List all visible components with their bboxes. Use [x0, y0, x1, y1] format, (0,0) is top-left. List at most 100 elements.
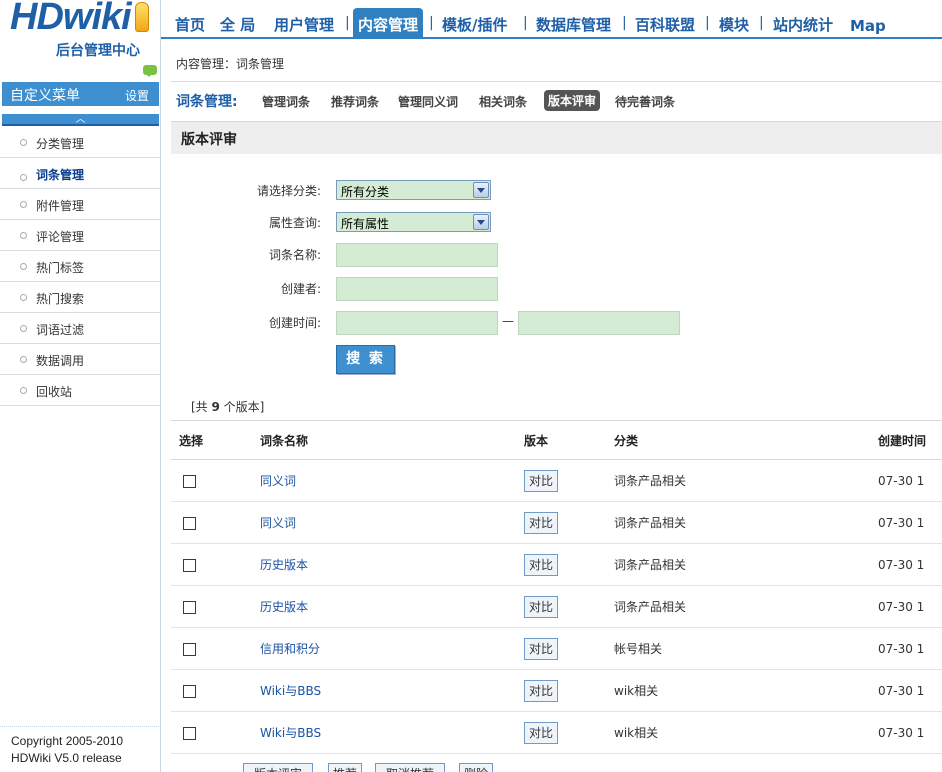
category-label: 请选择分类: [256, 184, 321, 198]
sidebar-item-word-filter[interactable]: 词语过滤 [0, 313, 160, 344]
row-checkbox[interactable] [183, 516, 196, 530]
menu-settings-link[interactable]: 设置 [125, 87, 149, 104]
row-checkbox[interactable] [183, 726, 196, 740]
bullet-icon [20, 201, 27, 208]
search-button[interactable]: 搜 索 [336, 345, 395, 374]
bullet-icon [20, 263, 27, 270]
nav-map[interactable]: Map [850, 17, 886, 35]
cancel-recommend-button[interactable]: 取消推荐 [375, 763, 445, 772]
entry-name-label: 词条名称: [268, 248, 321, 262]
copyright-line: Copyright 2005-2010 [11, 734, 124, 748]
sidebar-item-comments[interactable]: 评论管理 [0, 220, 160, 251]
nav-modules[interactable]: 模块 [719, 14, 749, 35]
date-range-dash: — [502, 314, 514, 328]
sidebar-item-label: 词语过滤 [36, 323, 85, 337]
subnav-manage-entries[interactable]: 管理词条 [262, 93, 310, 110]
entry-link[interactable]: 信用和积分 [260, 642, 320, 656]
nav-home[interactable]: 首页 [175, 14, 205, 35]
entry-link[interactable]: Wiki与BBS [260, 684, 321, 698]
section-title: 版本评审 [181, 132, 237, 148]
entry-link[interactable]: 同义词 [260, 474, 296, 488]
table-row: Wiki与BBS 对比 wik相关 07-30 1 [171, 669, 942, 712]
sidebar-item-data-call[interactable]: 数据调用 [0, 344, 160, 375]
section-header: 版本评审 [171, 121, 942, 154]
count-prefix: [共 [191, 400, 212, 414]
entry-name-input[interactable] [336, 243, 498, 267]
nav-templates[interactable]: 模板/插件 [442, 14, 507, 35]
create-time: 07-30 1 [878, 473, 925, 488]
chat-bubble-icon[interactable] [143, 65, 157, 77]
create-time-label: 创建时间: [268, 316, 321, 330]
header-time: 创建时间 [878, 420, 942, 460]
entry-link[interactable]: Wiki与BBS [260, 726, 321, 740]
sidebar-item-category[interactable]: 分类管理 [0, 127, 160, 158]
row-checkbox[interactable] [183, 474, 196, 488]
compare-button[interactable]: 对比 [524, 511, 559, 534]
compare-button[interactable]: 对比 [524, 679, 559, 702]
row-checkbox[interactable] [183, 600, 196, 614]
sidebar-item-hot-search[interactable]: 热门搜索 [0, 282, 160, 313]
subnav-related[interactable]: 相关词条 [479, 93, 527, 110]
sidebar-item-recycle-bin[interactable]: 回收站 [0, 375, 160, 406]
create-time: 07-30 1 [878, 599, 925, 614]
category-select[interactable]: 所有分类 [336, 180, 491, 200]
sidebar-item-attachments[interactable]: 附件管理 [0, 189, 160, 220]
row-checkbox[interactable] [183, 558, 196, 572]
nav-database[interactable]: 数据库管理 [536, 14, 611, 35]
delete-button[interactable]: 删除 [459, 763, 493, 772]
nav-wiki-alliance[interactable]: 百科联盟 [635, 14, 695, 35]
subnav-to-improve[interactable]: 待完善词条 [615, 93, 675, 110]
start-date-input[interactable] [336, 311, 498, 335]
entry-link[interactable]: 历史版本 [260, 600, 308, 614]
attribute-select[interactable]: 所有属性 [336, 212, 491, 232]
compare-button[interactable]: 对比 [524, 637, 559, 660]
sidebar-item-label: 词条管理 [36, 168, 85, 182]
bullet-icon [20, 356, 27, 363]
sidebar-item-label: 热门标签 [36, 261, 85, 275]
subnav-synonyms[interactable]: 管理同义词 [398, 93, 458, 110]
subnav-version-review[interactable]: 版本评审 [544, 90, 601, 111]
header-name: 词条名称 [260, 420, 524, 460]
compare-button[interactable]: 对比 [524, 595, 559, 618]
sidebar-item-hot-tags[interactable]: 热门标签 [0, 251, 160, 282]
subnav-title: 词条管理: [176, 94, 238, 110]
nav-statistics[interactable]: 站内统计 [773, 14, 833, 35]
bullet-icon [20, 139, 27, 146]
collapse-up-icon[interactable]: ︿ [2, 114, 159, 126]
category-text: wik相关 [614, 684, 659, 698]
sidebar-item-entries[interactable]: 词条管理 [0, 158, 160, 189]
compare-button[interactable]: 对比 [524, 469, 559, 492]
create-time: 07-30 1 [878, 515, 925, 530]
attribute-select-value: 所有属性 [341, 217, 390, 231]
recommend-button[interactable]: 推荐 [328, 763, 362, 772]
nav-content[interactable]: 内容管理 [353, 8, 424, 39]
end-date-input[interactable] [518, 311, 680, 335]
compare-button[interactable]: 对比 [524, 553, 559, 576]
creator-input[interactable] [336, 277, 498, 301]
sidebar-item-label: 数据调用 [36, 354, 85, 368]
chevron-down-icon [473, 182, 489, 198]
attribute-label: 属性查询: [268, 216, 321, 230]
copyright-notice: Copyright 2005-2010 HDWiki V5.0 release [0, 726, 161, 772]
lightbulb-icon [135, 2, 149, 32]
count-suffix: 个版本] [219, 400, 265, 414]
create-time: 07-30 1 [878, 557, 925, 572]
nav-separator: | [523, 15, 528, 31]
version-review-button[interactable]: 版本评审 [243, 763, 313, 772]
hdwiki-logo[interactable]: HDwiki 后台管理中心 [8, 0, 157, 80]
row-checkbox[interactable] [183, 684, 196, 698]
entry-link[interactable]: 同义词 [260, 516, 296, 530]
count-value: 9 [211, 400, 220, 414]
bullet-icon [20, 325, 27, 332]
breadcrumb: 内容管理：词条管理 [176, 57, 285, 71]
category-text: 词条产品相关 [614, 600, 687, 614]
compare-button[interactable]: 对比 [524, 721, 559, 744]
nav-users[interactable]: 用户管理 [274, 14, 334, 35]
subnav-recommended[interactable]: 推荐词条 [331, 93, 379, 110]
version-count: [共 9 个版本] [191, 398, 264, 415]
row-checkbox[interactable] [183, 642, 196, 656]
nav-global[interactable]: 全 局 [220, 14, 255, 35]
entry-link[interactable]: 历史版本 [260, 558, 308, 572]
header-category: 分类 [614, 420, 878, 460]
chevron-down-icon [473, 214, 489, 230]
